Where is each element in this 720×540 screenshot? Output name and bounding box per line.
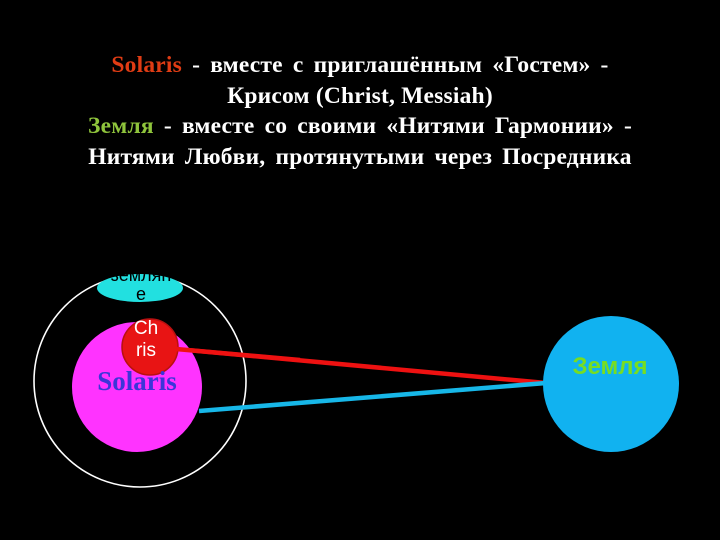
title-line-4: Нитями Любви, протянутыми через Посредни…: [22, 142, 698, 173]
title-line-3: Земля - вместе со своими «Нитями Гармони…: [22, 111, 698, 142]
title-line-3-text: - вместе со своими «Нитями Гармонии» -: [153, 113, 632, 140]
slide-canvas: земляне Chris Solaris Земля Solaris - вм…: [0, 0, 720, 540]
title-line-2: Крисом (Christ, Messiah): [22, 81, 698, 112]
title-block: Solaris - вместе с приглашённым «Гостем»…: [22, 50, 698, 172]
title-line-4-text: Нитями Любви, протянутыми через Посредни…: [88, 143, 632, 170]
thread-cyan-line: [198, 380, 547, 414]
keyword-zemlya: Земля: [88, 113, 154, 140]
title-line-1: Solaris - вместе с приглашённым «Гостем»…: [22, 50, 698, 81]
title-line-1-text: - вместе с приглашённым «Гостем» -: [182, 52, 609, 78]
chris-circle: [121, 318, 179, 376]
keyword-solaris: Solaris: [111, 52, 183, 78]
title-line-2-text: Крисом (Christ, Messiah): [227, 82, 493, 109]
zemlyane-ellipse: [97, 274, 183, 302]
earth-circle: [543, 316, 679, 452]
